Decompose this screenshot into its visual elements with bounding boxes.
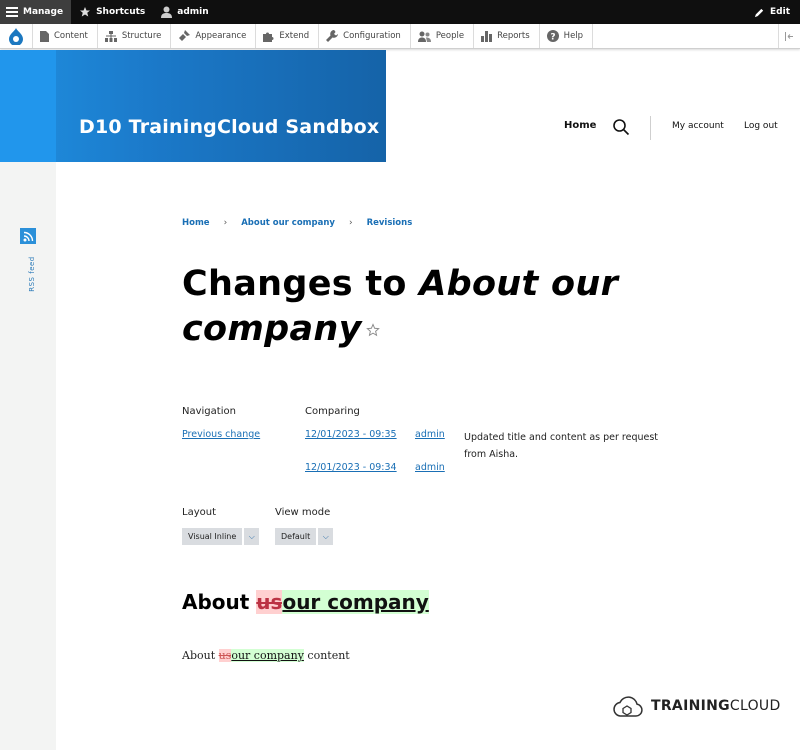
my-account-link[interactable]: My account bbox=[672, 121, 724, 131]
user-icon bbox=[161, 6, 173, 18]
diff-added-text: our company bbox=[282, 590, 429, 614]
chevron-down-icon: ⌵ bbox=[316, 528, 334, 545]
tray-configuration-label: Configuration bbox=[343, 31, 401, 41]
tray-people[interactable]: People bbox=[411, 24, 475, 48]
revision-date-link[interactable]: 12/01/2023 - 09:34 bbox=[305, 462, 397, 473]
revision-author-link[interactable]: admin bbox=[415, 429, 445, 440]
admin-tray: Content Structure Appearance Extend Conf… bbox=[0, 24, 800, 49]
logo-word-bold: TRAINING bbox=[651, 698, 730, 714]
tray-structure-label: Structure bbox=[121, 31, 162, 41]
shortcuts-label: Shortcuts bbox=[96, 7, 146, 17]
diff-removed-text: us bbox=[256, 590, 283, 614]
tray-orientation-toggle[interactable] bbox=[778, 24, 800, 48]
chevron-down-icon: ⌵ bbox=[242, 528, 260, 545]
navigation-header: Navigation bbox=[182, 406, 236, 417]
cloud-logo-icon bbox=[613, 696, 643, 717]
tray-extend-label: Extend bbox=[279, 31, 310, 41]
paintbrush-icon bbox=[179, 30, 191, 41]
manage-label: Manage bbox=[23, 7, 64, 17]
diff-removed-text: us bbox=[218, 649, 232, 662]
brand-accent bbox=[0, 50, 56, 162]
diff-body-text: content bbox=[303, 649, 350, 662]
svg-text:?: ? bbox=[550, 33, 555, 43]
breadcrumb-about[interactable]: About our company bbox=[241, 218, 335, 228]
revision-date-link[interactable]: 12/01/2023 - 09:35 bbox=[305, 429, 397, 440]
chevron-right-icon: › bbox=[223, 218, 228, 228]
diff-added-text: our company bbox=[231, 649, 304, 662]
title-prefix: Changes to bbox=[182, 264, 420, 304]
tray-configuration[interactable]: Configuration bbox=[319, 24, 411, 48]
diff-body: About usour company content bbox=[182, 649, 350, 662]
tray-extend[interactable]: Extend bbox=[256, 24, 320, 48]
tray-help[interactable]: ? Help bbox=[540, 24, 594, 48]
tray-reports-label: Reports bbox=[497, 31, 530, 41]
tray-content-label: Content bbox=[54, 31, 88, 41]
diff-title: About usour company bbox=[182, 590, 429, 614]
site-branding: D10 TrainingCloud Sandbox bbox=[0, 50, 386, 162]
search-button[interactable] bbox=[612, 118, 630, 136]
rss-button[interactable] bbox=[20, 228, 36, 244]
nav-divider bbox=[650, 116, 651, 140]
wrench-icon bbox=[326, 30, 339, 42]
pencil-icon bbox=[754, 8, 764, 17]
logo-word-rest: CLOUD bbox=[729, 698, 781, 714]
user-tab[interactable]: admin bbox=[153, 0, 216, 24]
puzzle-icon bbox=[263, 32, 274, 42]
comparing-header: Comparing bbox=[305, 406, 360, 417]
shortcut-star-icon[interactable] bbox=[365, 323, 380, 337]
nav-home-link[interactable]: Home bbox=[564, 120, 596, 131]
tray-reports[interactable]: Reports bbox=[474, 24, 540, 48]
edit-tab[interactable]: Edit bbox=[746, 0, 800, 24]
rss-icon bbox=[23, 231, 33, 241]
sitemap-icon bbox=[104, 30, 117, 42]
document-icon bbox=[40, 30, 49, 42]
collapse-icon bbox=[785, 31, 793, 41]
view-mode-select[interactable]: Default ⌵ bbox=[275, 528, 334, 545]
drupal-drop-icon bbox=[9, 27, 23, 45]
people-icon bbox=[417, 31, 431, 42]
chevron-right-icon: › bbox=[348, 218, 353, 228]
layout-select[interactable]: Visual Inline ⌵ bbox=[182, 528, 260, 545]
view-mode-select-value: Default bbox=[275, 528, 317, 545]
social-bar bbox=[0, 162, 56, 750]
drupal-logo[interactable] bbox=[0, 24, 33, 48]
diff-title-text: About bbox=[182, 590, 257, 614]
layout-select-value: Visual Inline bbox=[182, 528, 243, 545]
breadcrumb: Home › About our company › Revisions bbox=[182, 218, 412, 228]
diff-body-text: About bbox=[182, 649, 219, 662]
rss-feed-label[interactable]: RSS feed bbox=[28, 256, 36, 292]
search-icon bbox=[613, 119, 630, 136]
site-name[interactable]: D10 TrainingCloud Sandbox bbox=[79, 116, 379, 138]
view-mode-label: View mode bbox=[275, 507, 331, 518]
page-title: Changes to About our company bbox=[182, 262, 662, 352]
user-label: admin bbox=[177, 7, 209, 17]
tray-structure[interactable]: Structure bbox=[98, 24, 172, 48]
help-icon: ? bbox=[546, 30, 559, 43]
tray-content[interactable]: Content bbox=[33, 24, 98, 48]
layout-label: Layout bbox=[182, 507, 216, 518]
breadcrumb-revisions[interactable]: Revisions bbox=[367, 218, 413, 228]
tray-appearance[interactable]: Appearance bbox=[171, 24, 257, 48]
log-out-link[interactable]: Log out bbox=[744, 121, 778, 131]
star-icon bbox=[80, 7, 91, 17]
trainingcloud-logo[interactable]: TRAININGCLOUD bbox=[612, 694, 781, 718]
revision-log-message: Updated title and content as per request… bbox=[464, 432, 659, 460]
tray-people-label: People bbox=[435, 31, 465, 41]
breadcrumb-home[interactable]: Home bbox=[182, 218, 210, 228]
logo-wordmark: TRAININGCLOUD bbox=[651, 698, 781, 714]
admin-toolbar: Manage Shortcuts admin Edit bbox=[0, 0, 800, 24]
shortcuts-tab[interactable]: Shortcuts bbox=[71, 0, 153, 24]
hamburger-icon bbox=[6, 7, 18, 17]
tray-appearance-label: Appearance bbox=[195, 31, 247, 41]
manage-tab[interactable]: Manage bbox=[0, 0, 72, 24]
previous-change-link[interactable]: Previous change bbox=[182, 429, 260, 440]
edit-label: Edit bbox=[770, 7, 790, 17]
tray-help-label: Help bbox=[563, 31, 584, 41]
revision-author-link[interactable]: admin bbox=[415, 462, 445, 473]
bar-chart-icon bbox=[481, 30, 493, 42]
